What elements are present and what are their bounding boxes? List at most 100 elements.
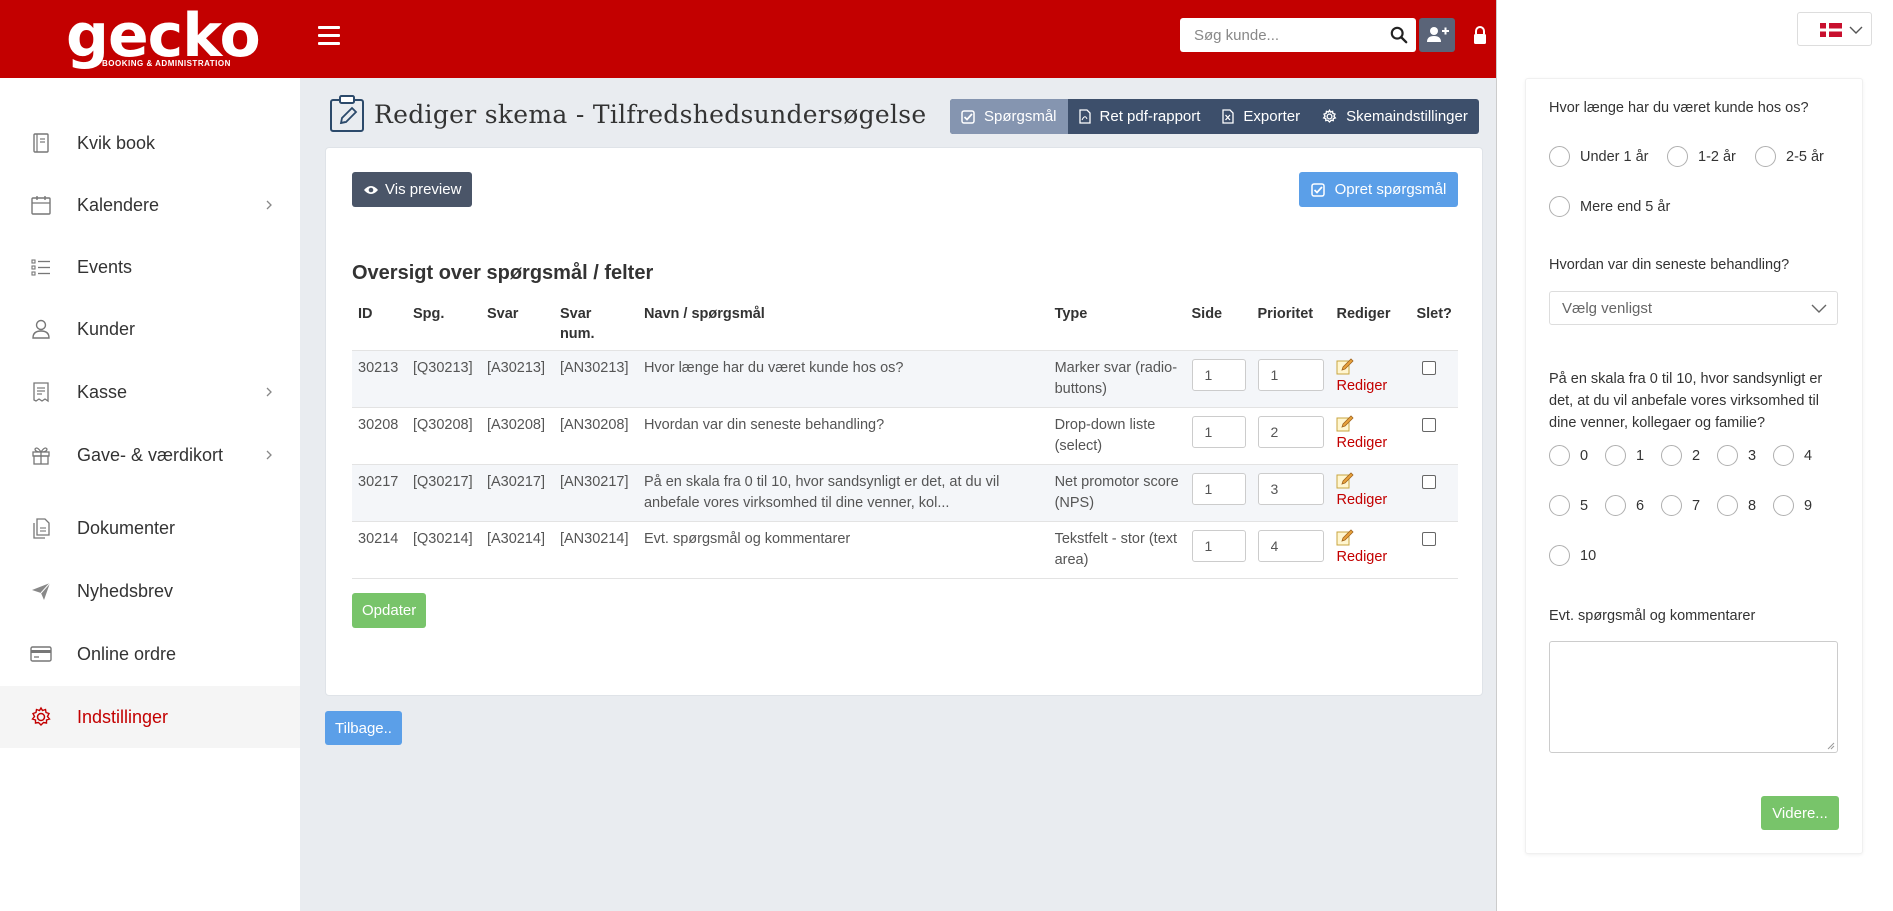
chevron-down-icon [1811,304,1827,313]
edit-link[interactable]: Rediger [1336,358,1387,397]
chevron-right-icon [266,387,272,397]
nps-option[interactable]: 6 [1605,495,1644,516]
sidebar-item-online-ordre[interactable]: Online ordre [0,623,300,685]
add-customer-button[interactable] [1419,18,1455,52]
language-select[interactable] [1797,12,1872,46]
edit-link-label: Rediger [1336,492,1388,508]
side-input[interactable] [1191,359,1246,391]
sidebar-item-label: Kalendere [77,194,160,215]
delete-checkbox[interactable] [1422,532,1437,546]
search-icon[interactable] [1390,26,1408,44]
question-label: På en skala fra 0 til 10, hvor sandsynli… [1549,371,1823,431]
side-input[interactable] [1191,416,1246,448]
priority-input[interactable] [1257,473,1324,505]
cell-id: 30208 [352,407,407,465]
sidebar-item-nyhedsbrev[interactable]: Nyhedsbrev [0,560,300,622]
questions-card: Vis preview Opret spørgsmål Oversigt ove… [325,147,1483,696]
treatment-select[interactable]: Vælg venligst [1549,291,1838,325]
nps-option[interactable]: 9 [1773,495,1812,516]
lock-icon[interactable] [1472,26,1488,44]
radio-option[interactable]: Mere end 5 år [1549,196,1670,217]
cell-svar-num: [AN30208] [553,407,638,465]
update-button[interactable]: Opdater [352,593,427,628]
cell-type: Tekstfelt - stor (text area) [1048,521,1186,579]
sidebar-item-kalendere[interactable]: Kalendere [0,174,300,236]
gift-icon [32,447,50,465]
user-plus-icon [1427,27,1449,42]
priority-input[interactable] [1257,359,1324,391]
nps-option[interactable]: 4 [1773,445,1812,466]
customer-search [1180,18,1416,52]
nps-option[interactable]: 3 [1717,445,1756,466]
sidebar-item-dokumenter[interactable]: Dokumenter [0,497,300,559]
nps-option[interactable]: 1 [1605,445,1644,466]
questions-table: ID Spg. Svar Svar num. Navn / spørgsmål T… [352,298,1458,579]
sidebar-item-kvik-book[interactable]: Kvik book [0,112,300,174]
radio-label: Under 1 år [1580,148,1649,165]
sidebar-item-kunder[interactable]: Kunder [0,298,300,360]
preview-button-label: Vis preview [385,181,462,198]
pencil-icon [1336,529,1355,546]
tab-sporgsmal[interactable]: Spørgsmål [950,99,1068,134]
radio-button [1605,445,1626,466]
page-title: Rediger skema - Tilfredshedsundersøgelse [374,100,927,129]
radio-label: 7 [1692,497,1701,514]
form-preview-panel: Hvor længe har du været kunde hos os? Un… [1496,0,1893,911]
delete-checkbox[interactable] [1422,475,1437,489]
tab-exporter[interactable]: Exporter [1211,99,1311,134]
edit-link[interactable]: Rediger [1336,529,1387,568]
pencil-icon [1336,415,1355,432]
cell-id: 30213 [352,350,407,408]
nps-option[interactable]: 5 [1549,495,1588,516]
preview-button[interactable]: Vis preview [352,172,473,207]
radio-button [1661,445,1682,466]
hamburger-menu-icon[interactable] [318,26,340,46]
chevron-down-icon [1849,26,1863,34]
side-input[interactable] [1191,473,1246,505]
credit-card-icon [30,646,52,662]
radio-option[interactable]: 2-5 år [1755,146,1824,167]
radio-option[interactable]: 1-2 år [1667,146,1736,167]
sidebar-item-events[interactable]: Events [0,236,300,298]
resize-handle-icon[interactable] [1827,742,1835,750]
tab-ret-pdf-rapport[interactable]: Ret pdf-rapport [1068,99,1212,134]
delete-checkbox[interactable] [1422,361,1437,375]
nps-option[interactable]: 10 [1549,545,1596,566]
next-button[interactable]: Videre... [1761,796,1839,830]
col-header-side: Side [1185,298,1252,351]
nps-option[interactable]: 0 [1549,445,1588,466]
logo[interactable]: gecko BOOKING & ADMINISTRATION [66,4,261,68]
receipt-icon [33,382,49,403]
sidebar-item-label: Kunder [77,318,136,339]
question-label: Hvordan var din seneste behandling? [1549,257,1790,273]
sidebar-item-indstillinger[interactable]: Indstillinger [0,686,300,748]
nps-option[interactable]: 8 [1717,495,1756,516]
col-header-slet: Slet? [1410,298,1458,351]
radio-option[interactable]: Under 1 år [1549,146,1649,167]
tab-skemaindstillinger[interactable]: Skemaindstillinger [1311,99,1479,134]
gear-icon [31,706,51,726]
search-input[interactable] [1180,18,1370,52]
radio-label: 0 [1580,447,1589,464]
tab-label: Exporter [1243,108,1301,125]
delete-checkbox[interactable] [1422,418,1437,432]
edit-link-label: Rediger [1336,378,1388,394]
comments-textarea[interactable] [1549,641,1838,753]
chevron-right-icon [266,450,272,460]
create-question-button[interactable]: Opret spørgsmål [1299,172,1458,207]
side-input[interactable] [1191,530,1246,562]
checkbox-icon [1310,182,1325,197]
priority-input[interactable] [1257,530,1324,562]
edit-link[interactable]: Rediger [1336,472,1387,511]
nps-option[interactable]: 2 [1661,445,1700,466]
back-button[interactable]: Tilbage.. [325,711,402,745]
nps-option[interactable]: 7 [1661,495,1700,516]
list-icon [31,259,50,276]
priority-input[interactable] [1257,416,1324,448]
sidebar-item-kasse[interactable]: Kasse [0,361,300,423]
sidebar-item-label: Nyhedsbrev [77,580,174,601]
paper-plane-icon [32,582,51,600]
radio-button [1549,196,1570,217]
edit-link[interactable]: Rediger [1336,415,1387,454]
sidebar-item-gavekort[interactable]: Gave- & værdikort [0,424,300,486]
